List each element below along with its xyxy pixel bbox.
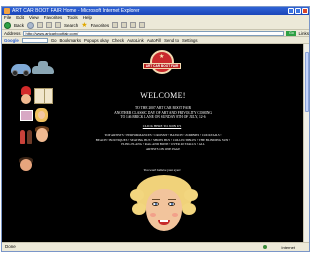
google-logo[interactable]: Google [4, 38, 19, 43]
couple-figure-image[interactable] [20, 130, 25, 144]
back-icon[interactable] [4, 21, 11, 29]
mower-wheel-icon [23, 70, 29, 76]
google-autolink[interactable]: AutoLink [127, 38, 144, 43]
print-icon[interactable] [139, 22, 146, 28]
stop-icon[interactable] [37, 22, 44, 28]
left-eye [152, 202, 159, 206]
standard-toolbar: Back Search ★ Favorites [2, 21, 309, 30]
page-content: ★ ART CAR BOOT FAIR WELCOME! TO THE 2007… [2, 44, 304, 243]
search-label[interactable]: Search [64, 23, 78, 28]
book-spine [44, 89, 45, 103]
media-icon[interactable] [112, 22, 119, 28]
left-cheek [150, 213, 156, 217]
mower-wheel-icon [12, 70, 18, 76]
menu-edit[interactable]: Edit [16, 15, 24, 21]
menu-favorites[interactable]: Favorites [44, 15, 63, 21]
status-bar: Done Internet [2, 242, 309, 251]
pink-picture-image[interactable] [20, 110, 33, 121]
google-send[interactable]: Send to [164, 38, 179, 43]
face [146, 189, 182, 231]
retro-lady-face-image [128, 175, 200, 241]
security-zone: Internet [281, 245, 295, 250]
window-controls [288, 8, 308, 14]
join-link[interactable]: CLICK HERE TO JOIN US [112, 124, 212, 128]
title-bar: ART CAR BOOT FAIR Home - Microsoft Inter… [2, 7, 309, 15]
left-brow [152, 199, 160, 200]
address-bar: Address http://www.artcarbootfair.com/ G… [2, 30, 309, 37]
section-links: TOP ARTISTS • PERFORMANCES • CROSSIT • B… [80, 133, 246, 151]
mail-icon[interactable] [130, 22, 137, 28]
google-go-button[interactable]: Go [51, 38, 57, 43]
go-button[interactable]: Go [286, 30, 297, 36]
book-image[interactable] [34, 88, 53, 104]
links-label[interactable]: Links [298, 31, 309, 36]
teeth [160, 220, 168, 222]
small-portrait-image[interactable] [20, 159, 32, 171]
refresh-icon[interactable] [46, 22, 53, 28]
internet-globe-icon [263, 245, 267, 249]
welcome-heading: WELCOME! [140, 91, 186, 100]
lady-image[interactable] [21, 94, 31, 104]
menu-view[interactable]: View [29, 15, 39, 21]
google-autofill[interactable]: AutoFill [147, 38, 161, 43]
couple-figure-image[interactable] [27, 130, 32, 144]
scrollbar-thumb[interactable] [305, 52, 309, 112]
address-label: Address [4, 30, 21, 36]
google-check[interactable]: Check [112, 38, 124, 43]
address-input[interactable]: http://www.artcarbootfair.com/ [22, 30, 285, 36]
minimize-button[interactable] [288, 8, 294, 14]
fair-logo-badge: ★ ART CAR BOOT FAIR [142, 46, 182, 78]
history-icon[interactable] [121, 22, 128, 28]
intro-text: TO THE 2007 ART CAR BOOT FAIR ANOTHER CL… [80, 106, 246, 120]
car-image[interactable] [32, 66, 54, 74]
mouth [158, 220, 170, 225]
hair-curl [132, 203, 146, 215]
maximize-button[interactable] [295, 8, 301, 14]
home-icon[interactable] [55, 22, 62, 28]
child-face-image[interactable] [36, 128, 48, 142]
google-toolbar: Google Go Bookmarks Popups okay Check Au… [2, 37, 309, 44]
menu-tools[interactable]: Tools [67, 15, 78, 21]
right-brow [168, 199, 176, 200]
tagline: You won't believe your eyes! [143, 168, 181, 172]
badge-ribbon-text: ART CAR BOOT FAIR [143, 63, 181, 69]
lawnmower-image[interactable] [11, 64, 31, 76]
hair-curl [182, 203, 196, 215]
section-links-line[interactable]: TOP ARTISTS • PERFORMANCES • CROSSIT • B… [80, 133, 246, 138]
google-search-input[interactable] [21, 37, 48, 43]
hair-curl [130, 189, 144, 201]
google-popups[interactable]: Popups okay [84, 38, 109, 43]
vertical-scrollbar[interactable] [303, 44, 309, 243]
ie-app-icon [4, 8, 10, 14]
forward-icon[interactable] [27, 21, 35, 29]
right-eye [168, 202, 175, 206]
intro-line: TO 146 BRICK LANE ON SUNDAY 8TH OF JULY,… [120, 115, 206, 120]
favorites-star-icon[interactable]: ★ [81, 22, 87, 29]
pupil [155, 203, 157, 205]
pupil [171, 203, 173, 205]
status-text: Done [5, 244, 16, 249]
google-bookmarks[interactable]: Bookmarks [60, 38, 82, 43]
hair-curl [184, 189, 198, 201]
browser-window: ART CAR BOOT FAIR Home - Microsoft Inter… [1, 6, 310, 252]
back-label[interactable]: Back [14, 23, 24, 28]
menu-file[interactable]: File [4, 15, 11, 21]
google-settings[interactable]: Settings [182, 38, 198, 43]
close-button[interactable] [302, 8, 308, 14]
portrait-face-image [38, 111, 45, 119]
star-icon: ★ [159, 54, 165, 60]
right-cheek [172, 213, 178, 217]
menu-help[interactable]: Help [83, 15, 92, 21]
section-links-line[interactable]: ARTISTS ON ONE PAGE [80, 147, 246, 152]
window-title: ART CAR BOOT FAIR Home - Microsoft Inter… [12, 8, 140, 14]
favorites-label[interactable]: Favorites [91, 23, 110, 28]
